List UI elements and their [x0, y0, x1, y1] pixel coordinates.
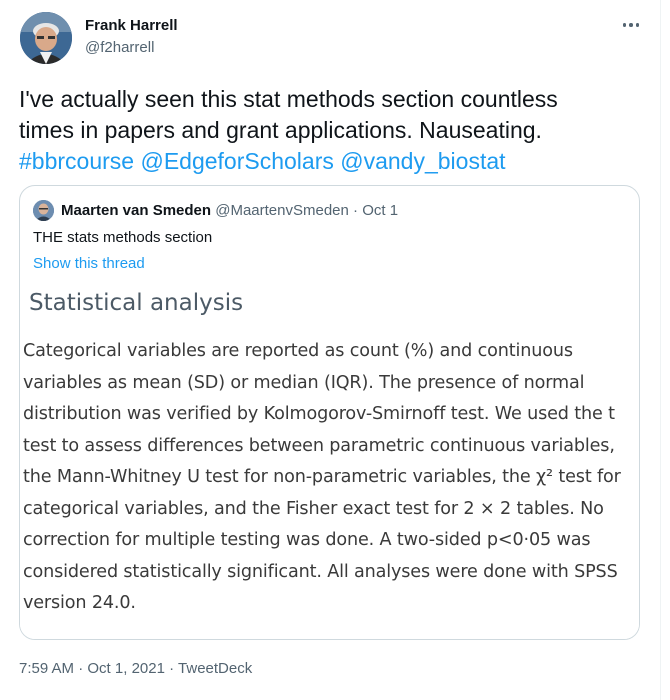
image-line: categorical variables, and the Fisher ex… — [23, 498, 604, 519]
quoted-tweet-card[interactable]: Maarten van Smeden @MaartenvSmeden · Oct… — [19, 185, 640, 640]
author-avatar[interactable] — [20, 12, 72, 64]
author-handle[interactable]: @f2harrell — [85, 39, 154, 56]
tweet-date[interactable]: Oct 1, 2021 — [87, 660, 165, 677]
image-line: the Mann-Whitney U test for non-parametr… — [23, 467, 621, 487]
image-line: considered statistically significant. Al… — [23, 561, 618, 582]
hashtag-link[interactable]: #bbrcourse — [19, 148, 134, 174]
quoted-author-avatar — [33, 200, 54, 221]
image-heading: Statistical analysis — [29, 290, 244, 316]
tweet-source[interactable]: TweetDeck — [178, 660, 252, 677]
image-line: test to assess differences between param… — [23, 435, 615, 456]
quoted-header: Maarten van Smeden @MaartenvSmeden · Oct… — [61, 202, 398, 219]
tweet-text-line: times in papers and grant applications. … — [19, 117, 542, 143]
image-line: version 24.0. — [23, 593, 136, 613]
image-line: variables as mean (SD) or median (IQR). … — [23, 372, 585, 393]
quoted-author-handle: @MaartenvSmeden — [215, 202, 349, 219]
tweet-text: I've actually seen this stat methods sec… — [19, 84, 649, 177]
tweet-meta: 7:59 AM · Oct 1, 2021 · TweetDeck — [19, 660, 252, 677]
meta-separator: · — [78, 660, 84, 677]
image-line: distribution was verified by Kolmogorov-… — [23, 404, 615, 424]
quoted-date: Oct 1 — [362, 202, 399, 219]
quoted-text: THE stats methods section — [33, 229, 213, 246]
author-name[interactable]: Frank Harrell — [85, 17, 178, 34]
quoted-author-name: Maarten van Smeden — [61, 202, 212, 219]
mention-link[interactable]: @vandy_biostat — [340, 148, 505, 174]
quoted-separator: · — [353, 202, 359, 219]
mention-link[interactable]: @EdgeforScholars — [140, 148, 333, 174]
tweet-time[interactable]: 7:59 AM — [19, 660, 74, 677]
tweet-text-line: I've actually seen this stat methods sec… — [19, 86, 558, 112]
show-thread-link[interactable]: Show this thread — [33, 255, 145, 272]
tweet-tags-line: #bbrcourse @EdgeforScholars @vandy_biost… — [19, 146, 649, 177]
image-line: correction for multiple testing was done… — [23, 530, 591, 550]
right-border — [660, 0, 661, 700]
more-options-icon[interactable] — [620, 14, 642, 36]
image-line: Categorical variables are reported as co… — [23, 341, 573, 361]
meta-separator: · — [169, 660, 175, 677]
image-paragraph: Categorical variables are reported as co… — [23, 336, 635, 620]
